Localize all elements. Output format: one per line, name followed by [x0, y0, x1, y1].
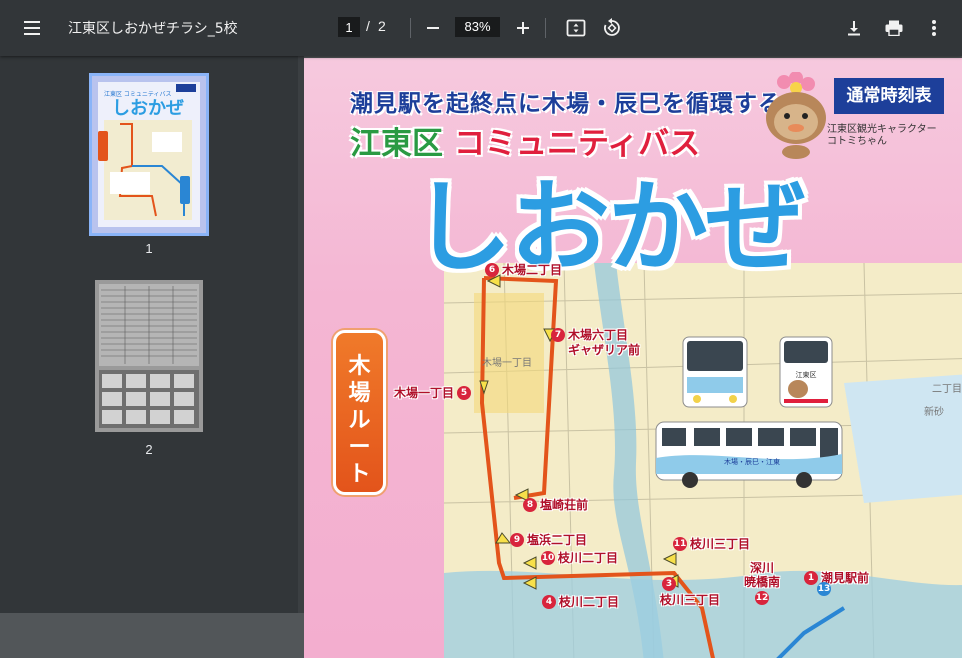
- kiba-route-tag: 木場ルート: [333, 330, 386, 495]
- thumbnail-page-1[interactable]: 江東区 コミュニティバス しおかぜ: [89, 73, 209, 236]
- route-name-label: 木場ルート: [348, 354, 371, 487]
- zoom-in-icon: [517, 22, 529, 34]
- page-separator: /: [366, 18, 370, 34]
- thumbnail-page-2-label: 2: [145, 442, 153, 457]
- svg-text:しおかぜ: しおかぜ: [112, 98, 184, 119]
- kotomi-mascot-illustration: [766, 72, 826, 159]
- stop-11: 11 枝川三丁目: [673, 536, 751, 551]
- headline-route-description: 潮見駅を起終点に木場・辰巳を循環する: [350, 91, 782, 117]
- map-district-label: 新砂: [924, 407, 944, 418]
- total-pages: 2: [378, 18, 386, 34]
- more-vert-icon: [932, 20, 936, 36]
- bus-side-view: 木場・辰巳・江東: [655, 421, 843, 488]
- pdf-page-1: 潮見駅を起終点に木場・辰巳を循環する 江東区 コミュニティバス しおかぜ 通常時…: [304, 58, 962, 658]
- mascot-name: コトミちゃん: [827, 136, 887, 147]
- zoom-in-button[interactable]: [509, 14, 537, 42]
- stop-8: 8 塩崎荘前: [523, 496, 588, 513]
- pdf-toolbar: 江東区しおかぜチラシ_5校 / 2 83%: [0, 0, 962, 56]
- zoom-level[interactable]: 83%: [455, 17, 500, 37]
- document-title: 江東区しおかぜチラシ_5校: [68, 21, 238, 37]
- stop-13: 13: [817, 582, 831, 596]
- toolbar-divider: [545, 18, 546, 38]
- download-icon: [848, 21, 860, 36]
- zoom-out-icon: [427, 27, 439, 29]
- bus-sign-text: 江東区: [796, 370, 817, 379]
- fit-page-button[interactable]: [562, 14, 590, 42]
- stop-5: 木場一丁目 5: [394, 384, 472, 401]
- mascot-caption: 江東区観光キャラクター コトミちゃん: [827, 124, 937, 148]
- page-1-preview-image: 江東区 コミュニティバス しおかぜ: [92, 76, 206, 233]
- download-button[interactable]: [840, 14, 868, 42]
- fit-page-icon: [566, 19, 586, 37]
- page-number-input[interactable]: [338, 17, 360, 37]
- print-icon: [885, 20, 903, 36]
- map-district-label: 二丁目: [932, 384, 962, 395]
- shiokaze-title: しおかぜ: [412, 169, 806, 286]
- stop-7-sub: ギャザリア前: [568, 343, 641, 357]
- svg-text:江東区 コミュニティバス: 江東区 コミュニティバス: [104, 90, 172, 98]
- bus-rear-view: 江東区: [779, 336, 833, 408]
- stop-12: 深川 暁橋南 12: [744, 561, 781, 605]
- zoom-out-button[interactable]: [419, 14, 447, 42]
- rotate-button[interactable]: [598, 14, 626, 42]
- stop-10: 10 枝川二丁目: [541, 550, 619, 565]
- stop-6: 6 木場二丁目: [485, 261, 562, 278]
- bus-front-view: [682, 336, 748, 408]
- stop-9: 9 塩浜二丁目: [510, 531, 587, 548]
- stop-4: 4 枝川二丁目: [542, 593, 619, 610]
- print-button[interactable]: [880, 14, 908, 42]
- stop-1: 1 潮見駅前: [804, 569, 869, 586]
- thumbnail-sidebar: 江東区 コミュニティバス しおかぜ 1 2: [0, 56, 298, 613]
- bus-wrap-text: 木場・辰巳・江東: [724, 457, 780, 466]
- regular-timetable-badge: 通常時刻表: [834, 78, 944, 114]
- rotate-icon: [604, 18, 620, 36]
- page-2-preview-image: [95, 280, 203, 432]
- more-options-button[interactable]: [920, 14, 948, 42]
- menu-icon[interactable]: [20, 16, 46, 40]
- thumbnail-page-2[interactable]: [95, 280, 203, 432]
- map-district-label: 木場一丁目: [482, 358, 532, 369]
- mascot-caption-line-1: 江東区観光キャラクター: [827, 124, 937, 135]
- toolbar-divider: [410, 18, 411, 38]
- thumbnail-page-1-label: 1: [145, 241, 153, 256]
- stop-3: 3 枝川三丁目: [660, 577, 721, 607]
